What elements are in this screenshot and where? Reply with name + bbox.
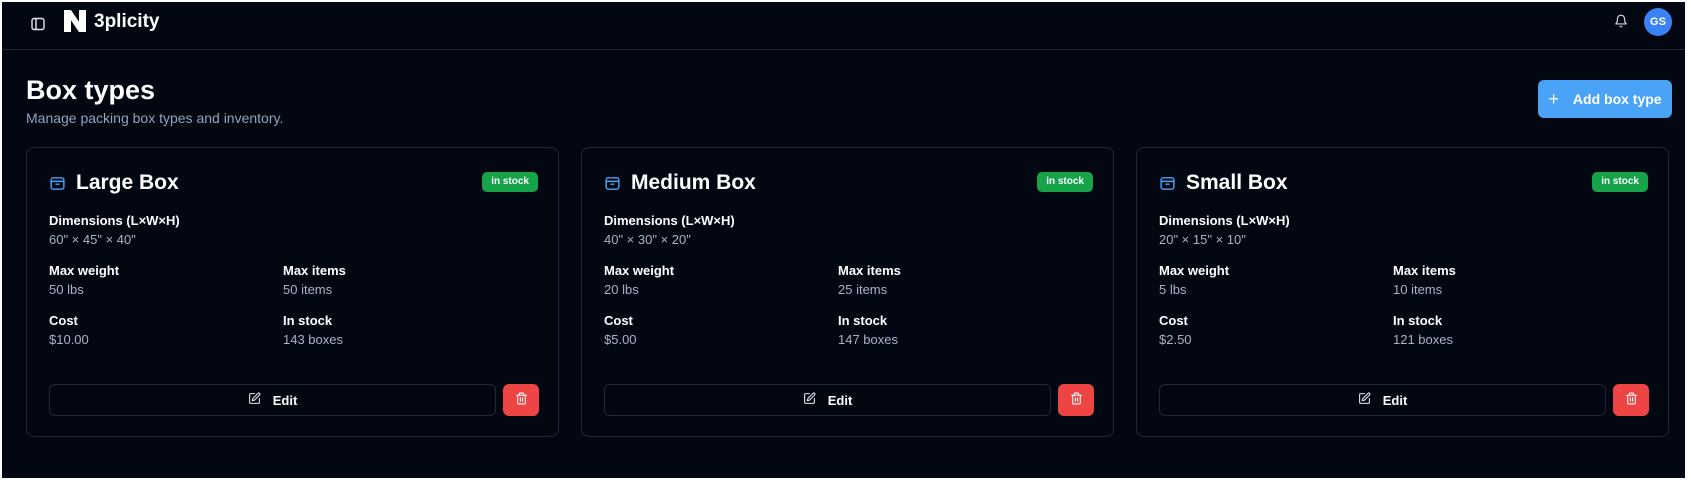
in-stock-field: In stock 121 boxes (1393, 313, 1453, 348)
edit-button[interactable]: Edit (1159, 384, 1606, 416)
cost-field: Cost $10.00 (49, 313, 89, 348)
in-stock-label: In stock (1393, 313, 1443, 328)
in-stock-value: 143 boxes (283, 332, 343, 347)
cost-label: Cost (1159, 313, 1188, 328)
status-badge: in stock (1037, 172, 1093, 192)
status-badge: in stock (482, 172, 538, 192)
dimensions-label: Dimensions (L×W×H) (1159, 213, 1290, 228)
box-name: Large Box (76, 171, 179, 194)
box-name: Medium Box (631, 171, 756, 194)
app-window: 3plicity GS Box types Manage packing box… (2, 2, 1685, 478)
add-box-type-label: Add box type (1572, 91, 1662, 107)
dimensions-label: Dimensions (L×W×H) (49, 213, 180, 228)
edit-label: Edit (272, 392, 298, 408)
bell-icon[interactable] (1614, 14, 1632, 32)
page-title: Box types (26, 75, 156, 105)
in-stock-value: 121 boxes (1393, 332, 1453, 347)
max-weight-label: Max weight (604, 263, 675, 278)
edit-label: Edit (827, 392, 853, 408)
max-weight-value: 20 lbs (604, 282, 639, 297)
dimensions-value: 20" × 15" × 10" (1159, 232, 1246, 247)
max-weight-label: Max weight (49, 263, 120, 278)
max-weight-value: 50 lbs (49, 282, 84, 297)
pencil-square-icon (1358, 392, 1371, 408)
box-card-header: Large Box (49, 170, 179, 196)
max-items-label: Max items (283, 263, 346, 278)
trash-icon (1625, 392, 1638, 408)
dimensions-field: Dimensions (L×W×H) 40" × 30" × 20" (604, 213, 735, 248)
box-name: Small Box (1186, 171, 1288, 194)
edit-button[interactable]: Edit (49, 384, 496, 416)
max-weight-field: Max weight 5 lbs (1159, 263, 1229, 298)
dimensions-value: 40" × 30" × 20" (604, 232, 691, 247)
cost-field: Cost $5.00 (604, 313, 637, 348)
in-stock-label: In stock (283, 313, 333, 328)
delete-button[interactable] (1058, 384, 1094, 416)
in-stock-label: In stock (838, 313, 888, 328)
delete-button[interactable] (1613, 384, 1649, 416)
box-card-header: Small Box (1159, 170, 1288, 196)
cost-field: Cost $2.50 (1159, 313, 1192, 348)
in-stock-field: In stock 143 boxes (283, 313, 343, 348)
max-items-label: Max items (1393, 263, 1456, 278)
trash-icon (1070, 392, 1083, 408)
box-icon (49, 175, 66, 192)
plus-icon: + (1548, 89, 1559, 109)
status-badge: in stock (1592, 172, 1648, 192)
cost-value: $5.00 (604, 332, 637, 347)
top-bar: 3plicity GS (2, 2, 1685, 50)
cost-label: Cost (604, 313, 633, 328)
max-items-label: Max items (838, 263, 901, 278)
sidebar-toggle-icon[interactable] (28, 14, 48, 34)
max-weight-field: Max weight 20 lbs (604, 263, 674, 298)
box-card-header: Medium Box (604, 170, 756, 196)
page-subtitle: Manage packing box types and inventory. (26, 110, 284, 126)
delete-button[interactable] (503, 384, 539, 416)
in-stock-field: In stock 147 boxes (838, 313, 898, 348)
trash-icon (515, 392, 528, 408)
max-items-field: Max items 10 items (1393, 263, 1456, 298)
max-weight-value: 5 lbs (1159, 282, 1187, 297)
max-items-value: 25 items (838, 282, 888, 297)
max-items-value: 50 items (283, 282, 333, 297)
in-stock-value: 147 boxes (838, 332, 898, 347)
dimensions-field: Dimensions (L×W×H) 20" × 15" × 10" (1159, 213, 1290, 248)
max-weight-field: Max weight 50 lbs (49, 263, 119, 298)
cost-value: $10.00 (49, 332, 89, 347)
box-card: Large Box in stock Dimensions (L×W×H) 60… (26, 147, 559, 437)
dimensions-field: Dimensions (L×W×H) 60" × 45" × 40" (49, 213, 180, 248)
dimensions-value: 60" × 45" × 40" (49, 232, 136, 247)
edit-button[interactable]: Edit (604, 384, 1051, 416)
box-card: Medium Box in stock Dimensions (L×W×H) 4… (581, 147, 1114, 437)
pencil-square-icon (248, 392, 261, 408)
app-name[interactable]: 3plicity (94, 10, 159, 34)
box-icon (604, 175, 621, 192)
add-box-type-button[interactable]: + Add box type (1538, 80, 1672, 118)
pencil-square-icon (803, 392, 816, 408)
max-items-field: Max items 50 items (283, 263, 346, 298)
max-items-value: 10 items (1393, 282, 1443, 297)
avatar[interactable]: GS (1644, 8, 1672, 36)
cost-label: Cost (49, 313, 78, 328)
max-weight-label: Max weight (1159, 263, 1230, 278)
dimensions-label: Dimensions (L×W×H) (604, 213, 735, 228)
max-items-field: Max items 25 items (838, 263, 901, 298)
edit-label: Edit (1382, 392, 1408, 408)
box-card: Small Box in stock Dimensions (L×W×H) 20… (1136, 147, 1669, 437)
box-icon (1159, 175, 1176, 192)
cost-value: $2.50 (1159, 332, 1192, 347)
logo-icon (64, 10, 86, 32)
box-type-cards: Large Box in stock Dimensions (L×W×H) 60… (26, 147, 1669, 437)
